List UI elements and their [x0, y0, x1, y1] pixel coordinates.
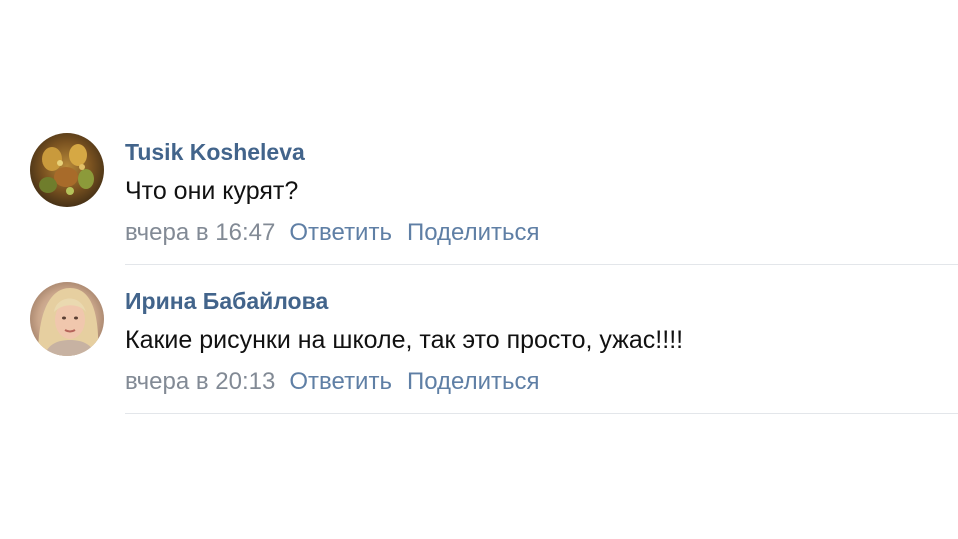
comment-item: Tusik Kosheleva Что они курят? вчера в 1…: [30, 133, 958, 282]
avatar-image: [30, 133, 104, 207]
comment-timestamp[interactable]: вчера в 16:47: [125, 219, 275, 246]
avatar[interactable]: [30, 282, 104, 356]
comment-text: Что они курят?: [125, 177, 299, 205]
share-link[interactable]: Поделиться: [407, 219, 540, 246]
share-link[interactable]: Поделиться: [407, 368, 540, 395]
comment-body: Ирина Бабайлова Какие рисунки на школе, …: [125, 282, 958, 414]
comment-meta: вчера в 20:13 Ответить Поделиться: [125, 368, 540, 396]
comment-text: Какие рисунки на школе, так это просто, …: [125, 326, 684, 354]
reply-link[interactable]: Ответить: [289, 368, 392, 395]
comment-meta: вчера в 16:47 Ответить Поделиться: [125, 219, 540, 247]
avatar[interactable]: [30, 133, 104, 207]
reply-link[interactable]: Ответить: [289, 219, 392, 246]
comment-item: Ирина Бабайлова Какие рисунки на школе, …: [30, 282, 958, 431]
comment-author-link[interactable]: Ирина Бабайлова: [125, 288, 328, 315]
comment-body: Tusik Kosheleva Что они курят? вчера в 1…: [125, 133, 958, 265]
avatar-image: [30, 282, 104, 356]
comment-timestamp[interactable]: вчера в 20:13: [125, 368, 275, 395]
comment-author-link[interactable]: Tusik Kosheleva: [125, 139, 305, 166]
comments-list: Tusik Kosheleva Что они курят? вчера в 1…: [30, 133, 958, 431]
